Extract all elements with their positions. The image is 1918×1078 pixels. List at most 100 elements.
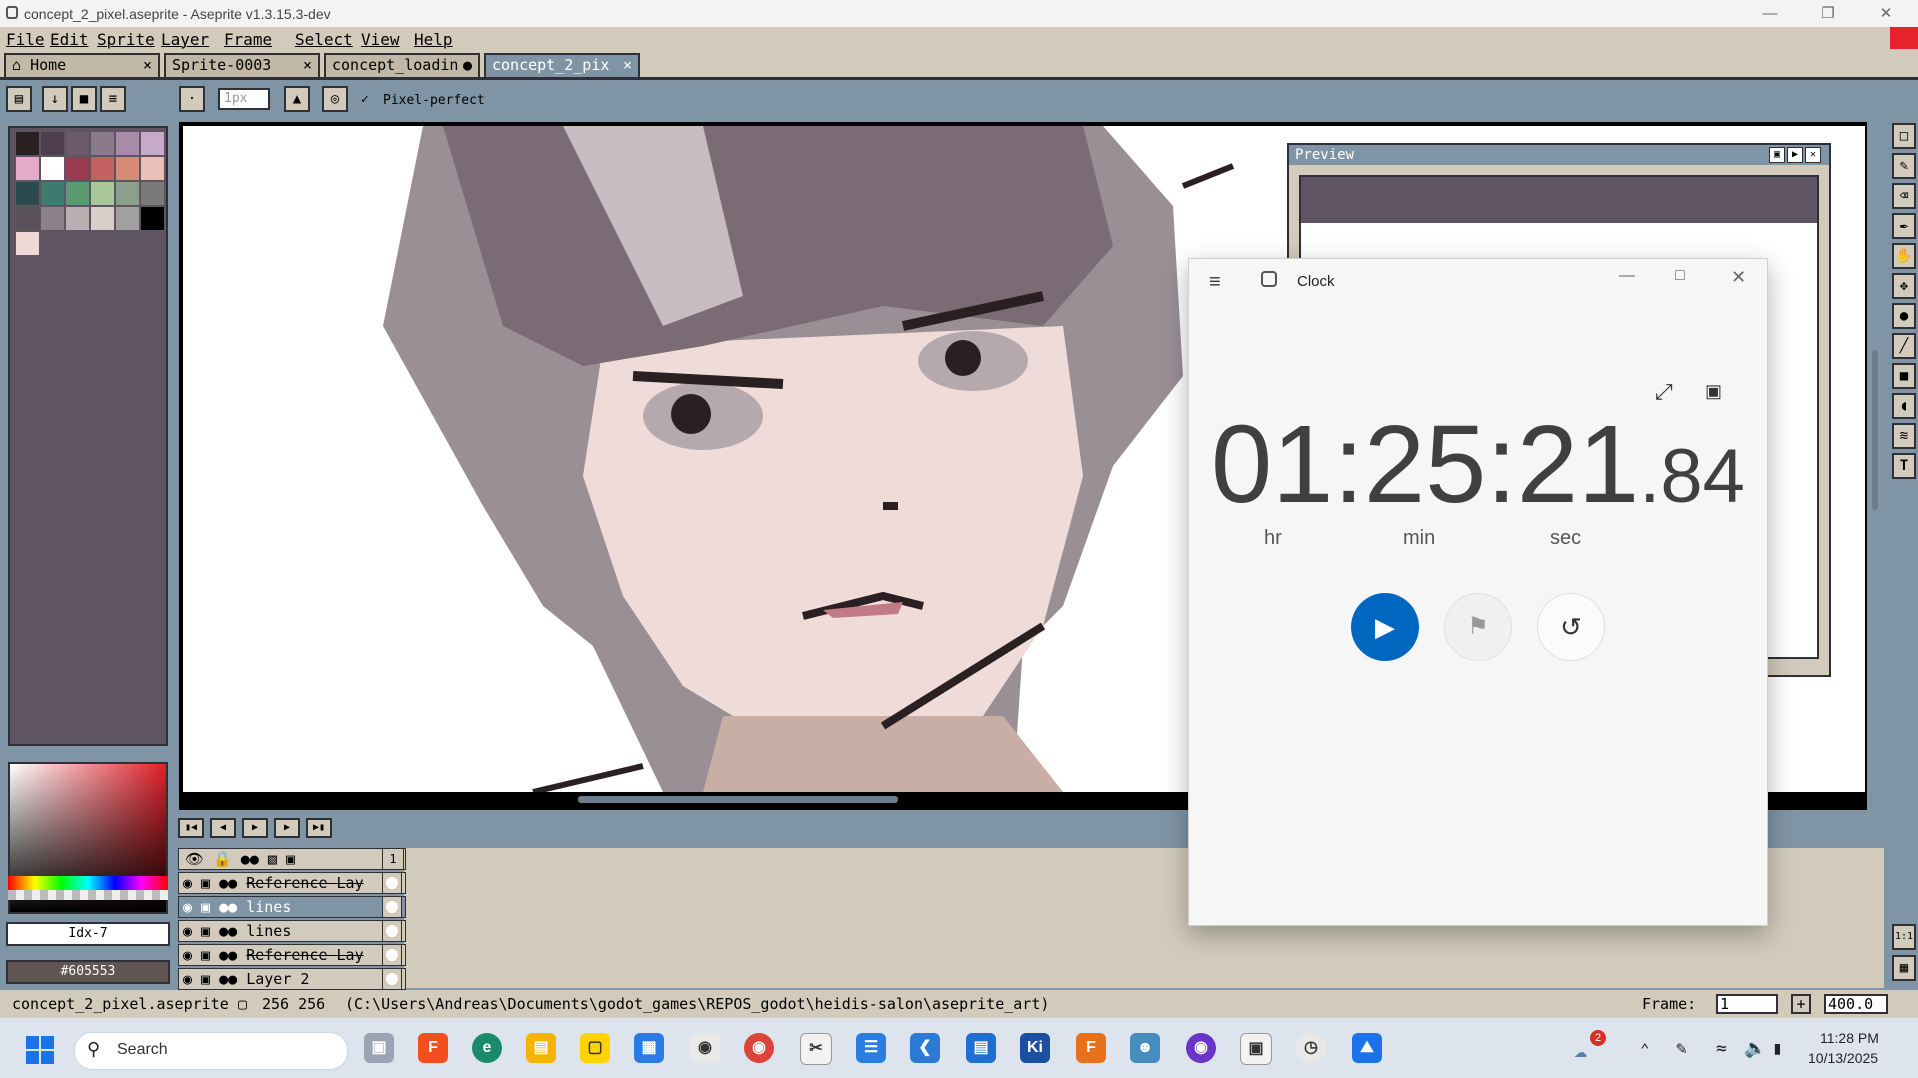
- menu-view[interactable]: View: [361, 30, 400, 49]
- contour-tool-icon[interactable]: ◖: [1892, 393, 1916, 419]
- layer-row[interactable]: ◉ ▣ ●● lines: [178, 920, 406, 942]
- text-tool-icon[interactable]: T: [1892, 453, 1916, 479]
- timeline-toggle-icon[interactable]: ▦: [1892, 955, 1916, 981]
- frame-number-header[interactable]: 1: [382, 848, 404, 870]
- layer-cel[interactable]: [382, 920, 402, 942]
- next-frame-icon[interactable]: ▶: [274, 818, 300, 838]
- marquee-tool-icon[interactable]: □: [1892, 123, 1916, 149]
- palette-swatch[interactable]: [16, 207, 39, 230]
- reset-button[interactable]: ↺: [1537, 593, 1605, 661]
- palette-swatch[interactable]: [66, 132, 89, 155]
- palette-swatch[interactable]: [66, 157, 89, 180]
- tab-close-icon[interactable]: ×: [303, 55, 312, 75]
- sticky-notes-icon[interactable]: ▢: [580, 1033, 610, 1063]
- layer-cel[interactable]: [382, 944, 402, 966]
- zoom-1to1-icon[interactable]: 1:1: [1892, 924, 1916, 950]
- keep-on-top-icon[interactable]: ▣: [1705, 381, 1722, 402]
- layer-row[interactable]: ◉ ▣ ●● Layer 2: [178, 968, 406, 990]
- clock-close-button[interactable]: ✕: [1731, 267, 1746, 288]
- palette-swatch[interactable]: [91, 157, 114, 180]
- battery-icon[interactable]: ▮: [1772, 1038, 1783, 1059]
- chrome-icon[interactable]: ◉: [744, 1033, 774, 1063]
- preview-fit-icon[interactable]: ▣: [1769, 147, 1785, 163]
- tab-concept-2-pixel[interactable]: concept_2_pix ×: [484, 53, 640, 77]
- link-header-icon[interactable]: ▧: [268, 850, 277, 868]
- file-explorer-icon[interactable]: ▤: [526, 1033, 556, 1063]
- play-animation-icon[interactable]: ▶: [242, 818, 268, 838]
- palette-swatch[interactable]: [91, 182, 114, 205]
- group-header-icon[interactable]: ▣: [286, 850, 295, 868]
- fill-tool-icon[interactable]: ●: [1892, 303, 1916, 329]
- minimize-button[interactable]: —: [1742, 0, 1798, 27]
- prev-frame-icon[interactable]: ◀: [210, 818, 236, 838]
- palette-swatch[interactable]: [16, 182, 39, 205]
- tab-close-icon[interactable]: ×: [623, 55, 632, 75]
- line-tool-icon[interactable]: ╱: [1892, 333, 1916, 359]
- figma-icon[interactable]: F: [418, 1033, 448, 1063]
- frame-input[interactable]: 1: [1716, 994, 1778, 1014]
- layer-row[interactable]: ◉ ▣ ●● lines: [178, 896, 406, 918]
- layer-visibility-icon[interactable]: ◉ ▣ ●●: [183, 922, 246, 940]
- brush-type-icon[interactable]: ·: [179, 86, 205, 112]
- canvas-vertical-scrollbar[interactable]: [1872, 350, 1878, 510]
- first-frame-icon[interactable]: ▮◀: [178, 818, 204, 838]
- layer-row[interactable]: ◉ ▣ ●● Reference Lay: [178, 944, 406, 966]
- restore-button[interactable]: ❐: [1800, 0, 1856, 27]
- palette-swatch[interactable]: [91, 207, 114, 230]
- layer-visibility-icon[interactable]: ◉ ▣ ●●: [183, 874, 246, 892]
- palette-swatch[interactable]: [116, 207, 139, 230]
- layer-row[interactable]: ◉ ▣ ●● Reference Lay: [178, 872, 406, 894]
- arrow-down-icon[interactable]: ↓: [42, 86, 68, 112]
- eyedropper-tool-icon[interactable]: ✒: [1892, 213, 1916, 239]
- lock-icon[interactable]: ▤: [6, 86, 32, 112]
- chevron-up-icon[interactable]: ⌃: [1640, 1040, 1650, 1059]
- notepad-icon[interactable]: ☰: [856, 1033, 886, 1063]
- godot-icon[interactable]: ☻: [1130, 1033, 1160, 1063]
- menu-frame[interactable]: Frame: [224, 30, 272, 49]
- vscode-icon[interactable]: ❮: [910, 1033, 940, 1063]
- paint-icon[interactable]: ◉: [690, 1033, 720, 1063]
- layer-visibility-icon[interactable]: ◉ ▣ ●●: [183, 970, 246, 988]
- brush-size-input[interactable]: 1px: [218, 88, 270, 110]
- square-icon[interactable]: ■: [71, 86, 97, 112]
- fl-studio-icon[interactable]: F: [1076, 1033, 1106, 1063]
- pen-icon[interactable]: ✎: [1676, 1038, 1687, 1059]
- taskbar-time[interactable]: 11:28 PM: [1820, 1030, 1879, 1046]
- menu-sprite[interactable]: Sprite: [97, 30, 155, 49]
- palette-swatch[interactable]: [116, 182, 139, 205]
- palette-swatch[interactable]: [116, 132, 139, 155]
- start-menu-icon[interactable]: [26, 1036, 54, 1064]
- tab-sprite-0003[interactable]: Sprite-0003 ×: [164, 53, 320, 77]
- blur-tool-icon[interactable]: ≋: [1892, 423, 1916, 449]
- add-frame-icon[interactable]: +: [1791, 994, 1811, 1014]
- edge-icon[interactable]: e: [472, 1033, 502, 1063]
- lock-header-icon[interactable]: 🔒: [213, 850, 232, 868]
- palette-swatch[interactable]: [141, 182, 164, 205]
- move-tool-icon[interactable]: ✥: [1892, 273, 1916, 299]
- tab-modified-icon[interactable]: ●: [463, 55, 472, 75]
- tab-close-icon[interactable]: ×: [143, 55, 152, 75]
- palette-swatch[interactable]: [41, 132, 64, 155]
- palette-swatch[interactable]: [91, 132, 114, 155]
- start-button[interactable]: ▶: [1351, 593, 1419, 661]
- clock-minimize-button[interactable]: —: [1619, 267, 1635, 285]
- menu-help[interactable]: Help: [414, 30, 453, 49]
- taskbar-search-box[interactable]: ⚲ Search: [74, 1032, 348, 1070]
- palette-swatch[interactable]: [141, 132, 164, 155]
- tab-home[interactable]: ⌂ Home ×: [4, 53, 160, 77]
- preview-play-icon[interactable]: ▶: [1787, 147, 1803, 163]
- palette-swatch[interactable]: [141, 207, 164, 230]
- taskbar-date[interactable]: 10/13/2025: [1808, 1050, 1878, 1066]
- checkmark-icon[interactable]: ✓: [361, 92, 369, 107]
- palette-swatch[interactable]: [41, 157, 64, 180]
- lap-button[interactable]: ⚑: [1444, 593, 1512, 661]
- palette-swatch[interactable]: [16, 132, 39, 155]
- palette-swatch[interactable]: [66, 207, 89, 230]
- krita-icon[interactable]: Ki: [1020, 1033, 1050, 1063]
- palette-swatch[interactable]: [116, 157, 139, 180]
- hand-tool-icon[interactable]: ✋: [1892, 243, 1916, 269]
- github-icon[interactable]: ◉: [1186, 1033, 1216, 1063]
- rectangle-tool-icon[interactable]: ■: [1892, 363, 1916, 389]
- palette-swatch[interactable]: [66, 182, 89, 205]
- pixel-perfect-label[interactable]: Pixel-perfect: [383, 93, 485, 108]
